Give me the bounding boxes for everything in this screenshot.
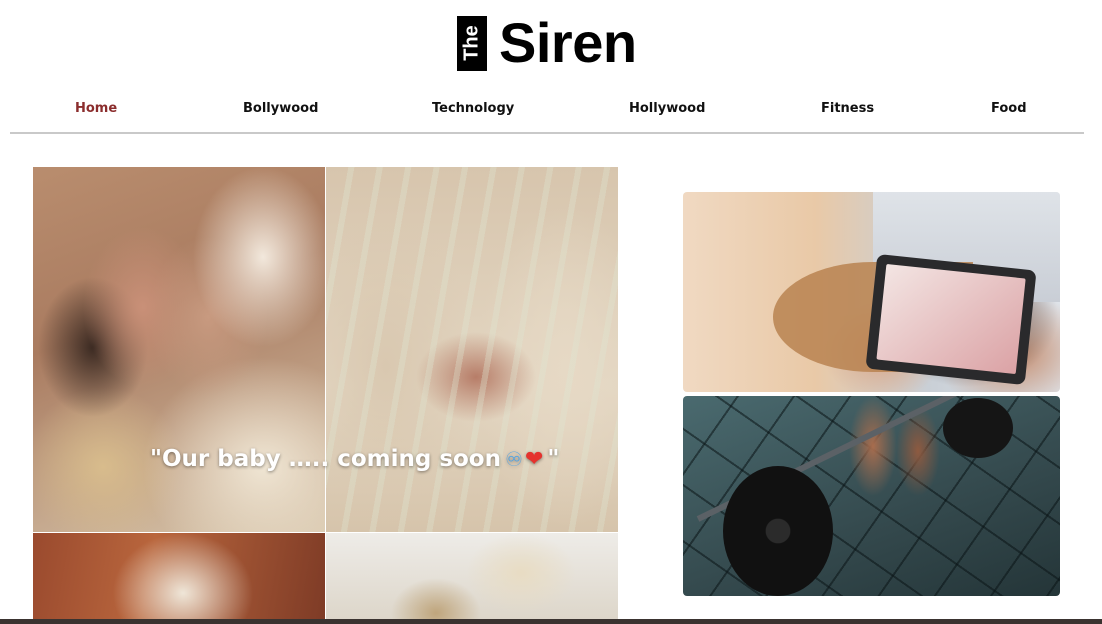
hero-photo-bottom-right [326,533,618,624]
logo-badge: The [457,15,487,71]
hero-collage[interactable]: "Our baby ….. coming soon ♾ ❤ " [33,167,618,624]
nav-item-bollywood[interactable]: Bollywood [243,101,318,116]
fitness-card[interactable] [683,396,1060,596]
nav-item-food[interactable]: Food [991,101,1027,116]
hero-photo-bottom-left [33,533,325,624]
site-logo[interactable]: The Siren [457,14,637,72]
logo-badge-text: The [460,25,483,61]
nav-item-fitness[interactable]: Fitness [821,101,874,116]
hero-photo-hands [326,167,618,532]
nav-item-home[interactable]: Home [75,101,117,116]
technology-card[interactable] [683,192,1060,392]
tablet-icon [865,253,1037,386]
hero-caption: "Our baby ….. coming soon ♾ ❤ " [150,446,559,472]
weight-plate-icon [723,466,833,596]
weight-plate-back-icon [943,398,1013,458]
heart-icon: ❤ [524,446,544,472]
bottom-edge [0,619,1102,624]
nav-item-hollywood[interactable]: Hollywood [629,101,705,116]
site-header: The Siren [0,0,1102,88]
hero-caption-close: " [547,446,560,472]
athlete-legs [833,396,943,506]
logo-text: Siren [499,11,637,74]
main-nav: Home Bollywood Technology Hollywood Fitn… [10,92,1084,134]
hero-photo-couple [33,167,325,532]
infinity-icon: ♾ [505,447,523,471]
hero-caption-text: "Our baby ….. coming soon [150,446,501,472]
nav-item-technology[interactable]: Technology [432,101,514,116]
